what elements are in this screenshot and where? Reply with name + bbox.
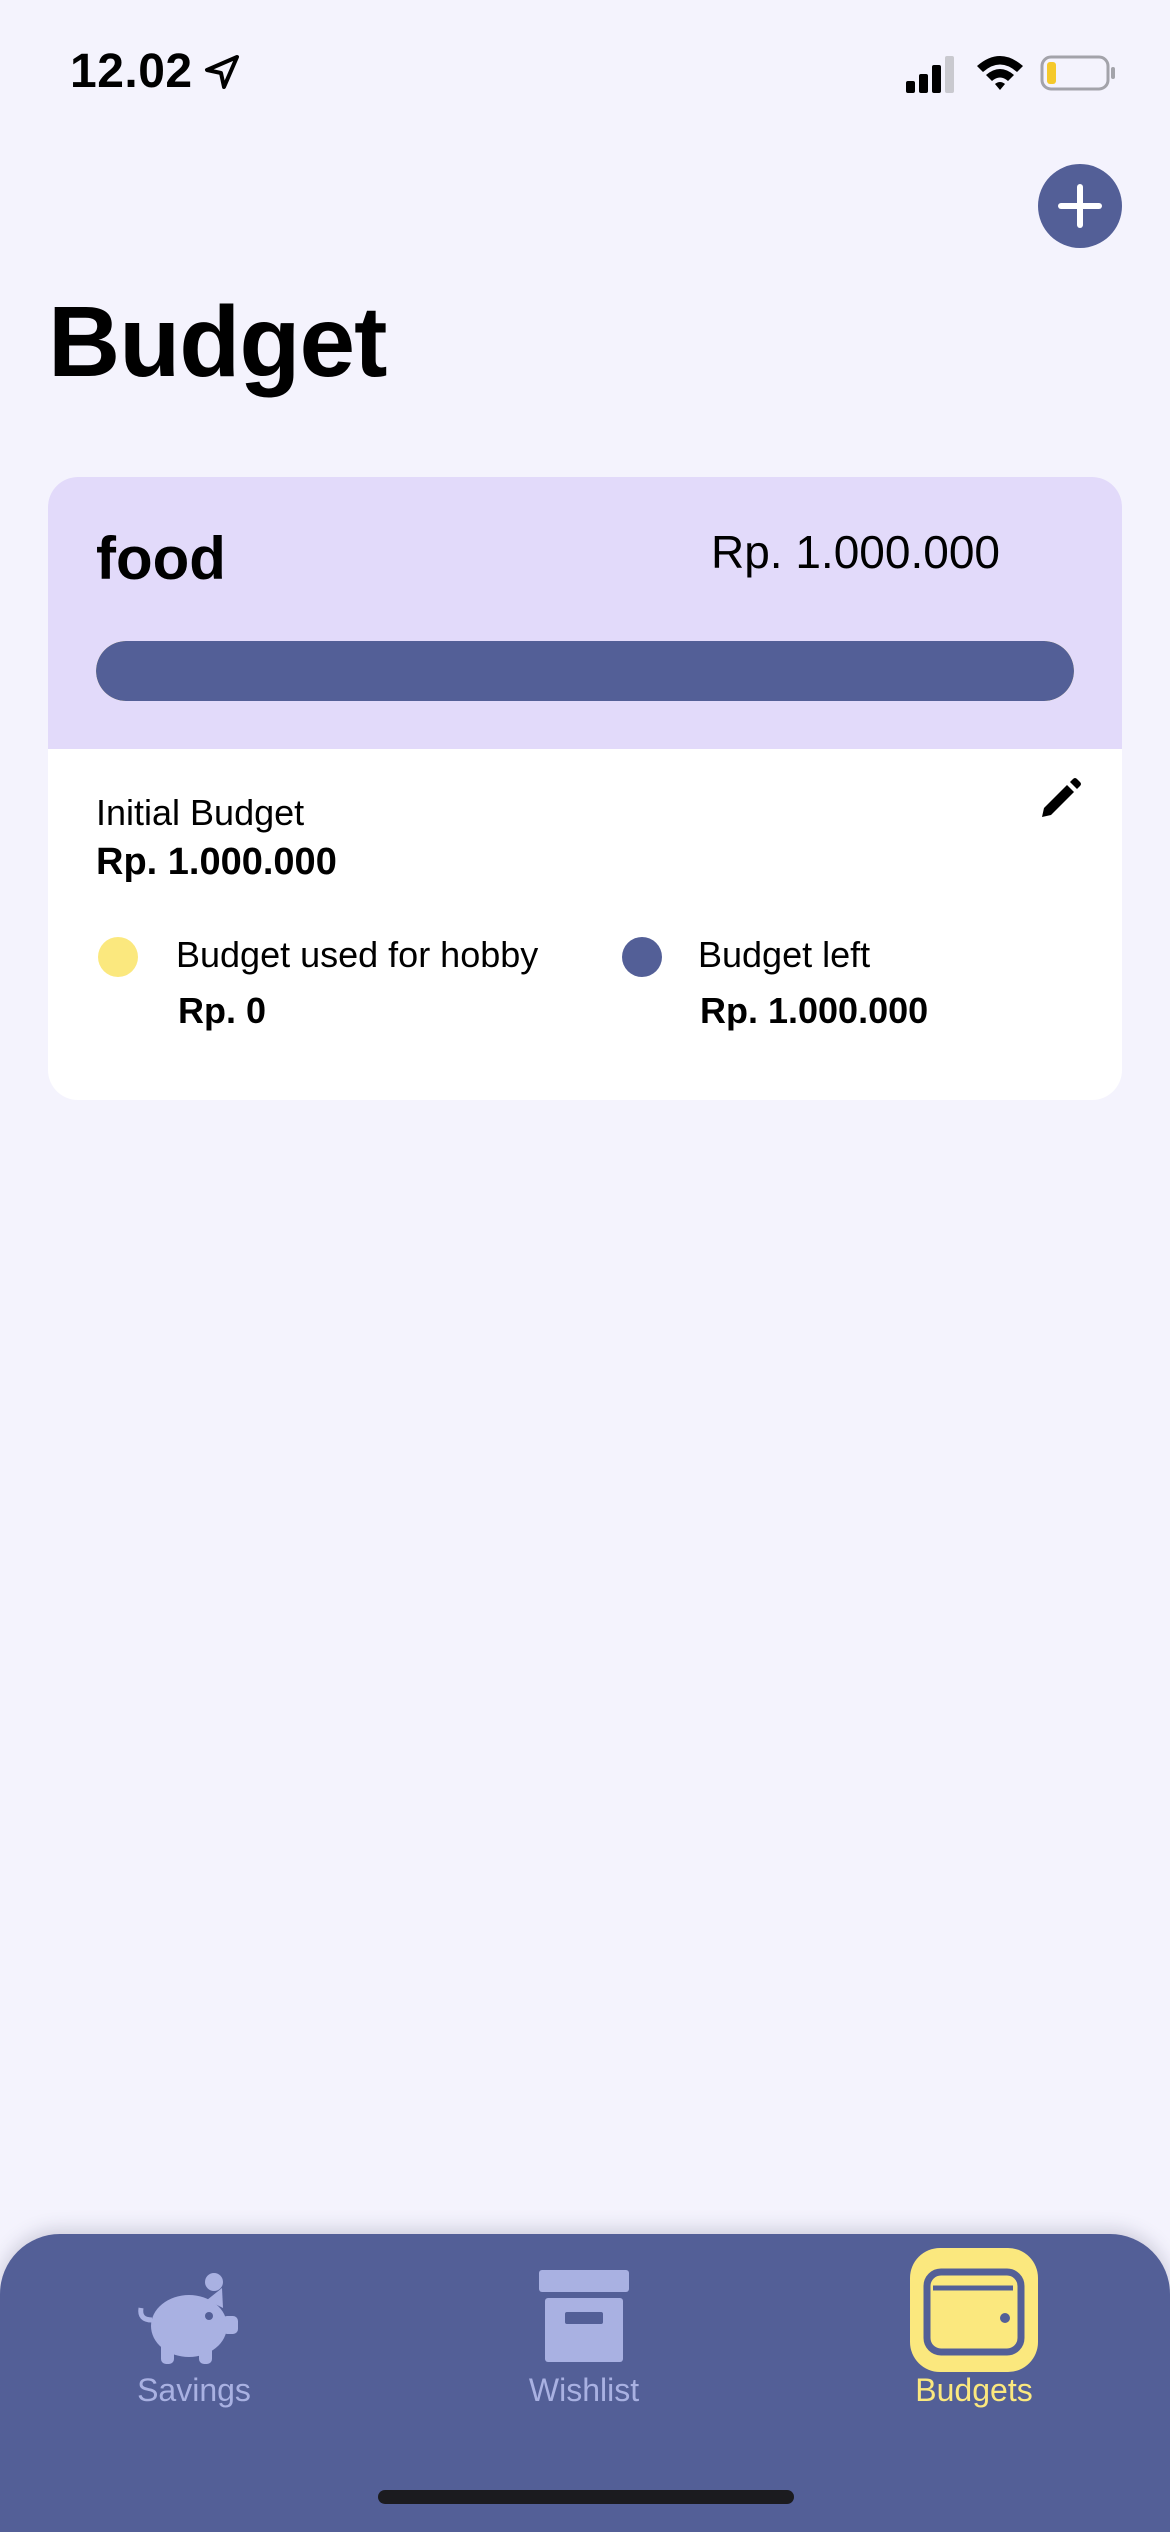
budget-left-dot [622, 937, 662, 977]
initial-budget-label: Initial Budget [96, 792, 305, 833]
wallet-icon [923, 2268, 1025, 2356]
budget-left-value: Rp. 1.000.000 [700, 990, 929, 1031]
initial-budget-value: Rp. 1.000.000 [96, 841, 337, 883]
location-arrow-icon [205, 55, 239, 89]
page-title: Budget [48, 286, 387, 398]
home-indicator [378, 2490, 794, 2504]
tab-savings-label: Savings [137, 2372, 251, 2408]
category-name: food [96, 525, 226, 592]
tab-wishlist[interactable]: Wishlist [454, 2234, 714, 2434]
archive-box-icon [539, 2270, 629, 2362]
budget-used-dot [98, 937, 138, 977]
budget-used-label: Budget used for hobby [176, 934, 539, 975]
piggy-bank-icon [138, 2273, 238, 2364]
status-bar: 12.02 [0, 0, 1170, 140]
cellular-signal-icon [906, 56, 954, 93]
wifi-icon [977, 56, 1023, 90]
budget-progress-bar [96, 641, 1074, 701]
tab-savings[interactable]: Savings [64, 2234, 324, 2434]
budget-left-label: Budget left [698, 934, 871, 975]
tab-budgets-label: Budgets [915, 2372, 1033, 2408]
budget-left-fill [96, 641, 1074, 701]
tab-budgets[interactable]: Budgets [844, 2234, 1104, 2434]
status-time: 12.02 [70, 45, 193, 98]
budget-card[interactable]: food Rp. 1.000.000 Initial Budget Rp. 1.… [48, 477, 1122, 1100]
budget-card-header: food Rp. 1.000.000 [48, 477, 1122, 749]
pencil-icon[interactable] [1034, 775, 1084, 825]
tab-bar: Savings Wishlist Budgets [0, 2234, 1170, 2532]
budget-used-value: Rp. 0 [178, 990, 267, 1031]
tab-wishlist-label: Wishlist [528, 2372, 640, 2408]
add-budget-button[interactable] [1038, 164, 1122, 248]
category-amount: Rp. 1.000.000 [710, 526, 1000, 578]
battery-icon [1040, 55, 1115, 91]
plus-icon [1058, 184, 1102, 228]
